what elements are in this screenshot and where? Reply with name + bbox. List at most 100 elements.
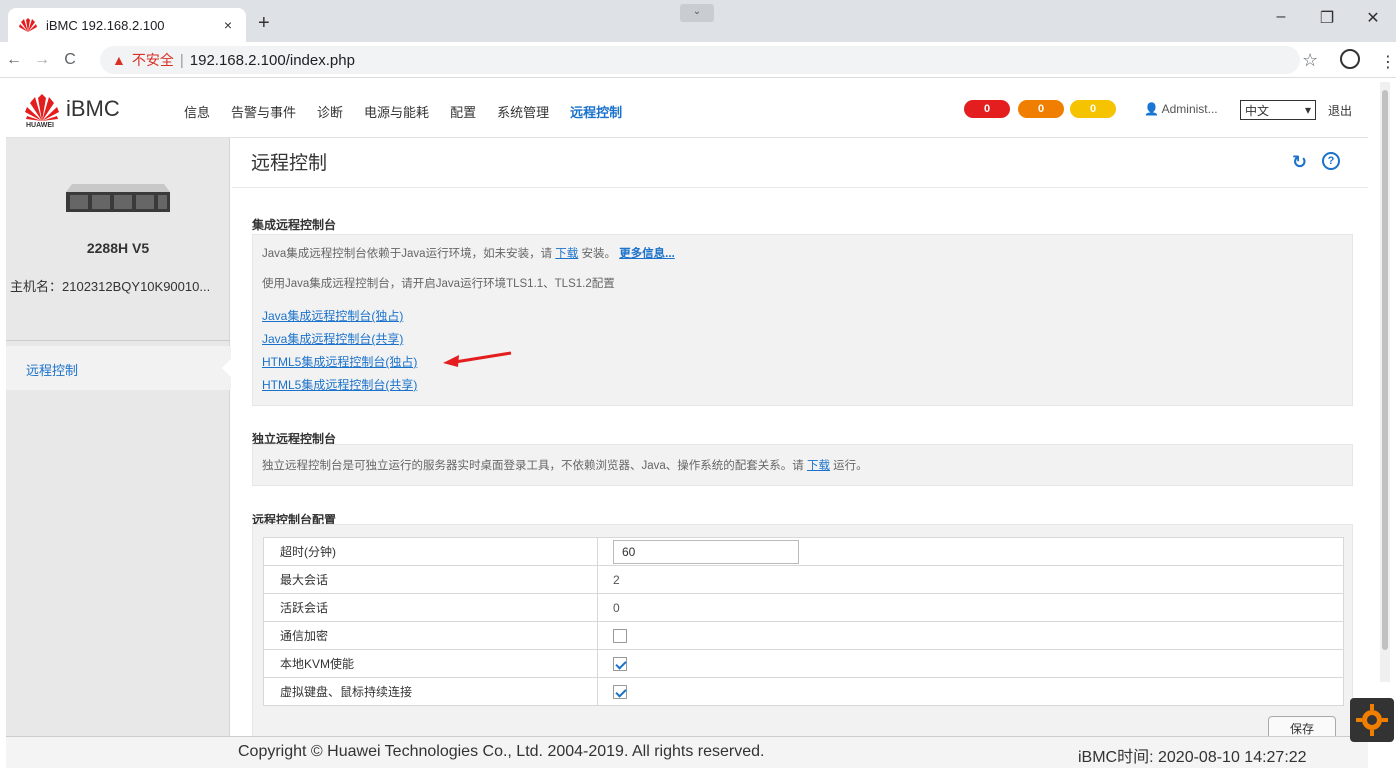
logout-link[interactable]: 退出	[1328, 102, 1352, 119]
desc-text: Java集成远程控制台依赖于Java运行环境，如未安装，请	[262, 248, 556, 260]
user-name: Administ...	[1161, 102, 1218, 116]
back-icon[interactable]: ←	[0, 51, 28, 69]
sidebar-item-remote-control[interactable]: 远程控制	[6, 346, 232, 390]
minimize-button[interactable]: –	[1258, 8, 1304, 28]
nav-alarms[interactable]: 告警与事件	[231, 102, 296, 121]
persistent-connection-checkbox[interactable]	[613, 684, 627, 699]
left-panel: 2288H V5 主机名：2102312BQY10K90010... 远程控制	[6, 138, 232, 736]
host-name: 主机名：2102312BQY10K90010...	[10, 279, 211, 294]
forward-icon[interactable]: →	[28, 51, 56, 69]
desc-text: 安装。	[578, 248, 616, 260]
gear-icon	[1356, 704, 1388, 736]
restore-button[interactable]: ❐	[1304, 8, 1350, 28]
more-info-link[interactable]: 更多信息...	[619, 248, 675, 260]
active-indicator	[222, 358, 232, 378]
browser-tab-bar: iBMC 192.168.2.100 × + ⌄ – ❐ ✕	[0, 0, 1396, 42]
page-title: 远程控制	[251, 153, 328, 174]
max-sessions-value: 2	[597, 565, 1344, 594]
table-row: 超时(分钟) 60	[263, 537, 1344, 566]
menu-kebab-icon[interactable]: ⋮	[1380, 52, 1396, 72]
major-alarm-badge[interactable]: 0	[1018, 100, 1064, 118]
help-icon[interactable]: ?	[1322, 152, 1340, 170]
new-tab-button[interactable]: +	[258, 12, 270, 35]
brand-title: iBMC	[66, 96, 120, 121]
persistent-connection-label: 虚拟键盘、鼠标持续连接	[263, 677, 598, 706]
close-window-button[interactable]: ✕	[1350, 8, 1396, 28]
user-menu[interactable]: 👤 Administ...	[1144, 102, 1218, 116]
standalone-console-box: 独立远程控制台是可独立运行的服务器实时桌面登录工具，不依赖浏览器、Java、操作…	[252, 444, 1353, 486]
nav-info[interactable]: 信息	[184, 102, 210, 121]
nav-diagnostics[interactable]: 诊断	[317, 102, 343, 121]
footer: Copyright © Huawei Technologies Co., Ltd…	[6, 736, 1368, 768]
desc-text: 独立远程控制台是可独立运行的服务器实时桌面登录工具，不依赖浏览器、Java、操作…	[262, 460, 807, 472]
java-requirement-text: Java集成远程控制台依赖于Java运行环境，如未安装，请 下载 安装。 更多信…	[262, 245, 675, 261]
user-icon: 👤	[1144, 102, 1159, 116]
url-input[interactable]: ▲ 不安全 | 192.168.2.100/index.php	[100, 46, 1300, 74]
url-separator: |	[179, 51, 184, 69]
floating-app-icon[interactable]	[1350, 698, 1394, 742]
huawei-favicon-icon	[19, 18, 37, 32]
nav-remote-control[interactable]: 远程控制	[570, 102, 622, 121]
critical-alarm-badge[interactable]: 0	[964, 100, 1010, 118]
local-kvm-checkbox[interactable]	[613, 656, 627, 671]
nav-config[interactable]: 配置	[450, 102, 476, 121]
table-row: 本地KVM使能	[263, 649, 1344, 678]
main-nav: 信息 告警与事件 诊断 电源与能耗 配置 系统管理 远程控制	[184, 102, 643, 121]
server-model: 2288H V5	[86, 240, 150, 256]
main-content: 远程控制 ↻ ? 集成远程控制台 Java集成远程控制台依赖于Java运行环境，…	[232, 138, 1368, 742]
server-image	[66, 184, 170, 212]
nav-system[interactable]: 系统管理	[497, 102, 549, 121]
language-value: 中文	[1245, 103, 1270, 118]
java-shared-link[interactable]: Java集成远程控制台(共享)	[262, 330, 403, 347]
config-box: 超时(分钟) 60 最大会话 2 活跃会话 0 通信加密 本地KVM使能 虚拟键…	[252, 524, 1353, 736]
java-download-link[interactable]: 下载	[555, 248, 578, 260]
minor-alarm-badge[interactable]: 0	[1070, 100, 1116, 118]
timeout-input[interactable]: 60	[613, 539, 799, 564]
standalone-desc: 独立远程控制台是可独立运行的服务器实时桌面登录工具，不依赖浏览器、Java、操作…	[262, 457, 868, 473]
integrated-console-title: 集成远程控制台	[252, 218, 337, 232]
standalone-download-link[interactable]: 下载	[807, 460, 830, 472]
tab-search-icon[interactable]: ⌄	[680, 4, 714, 22]
timeout-label: 超时(分钟)	[263, 537, 598, 566]
refresh-icon[interactable]: ↻	[1292, 152, 1307, 173]
window-controls: – ❐ ✕	[1258, 8, 1396, 28]
active-sessions-label: 活跃会话	[263, 593, 598, 622]
desc-text: 运行。	[829, 460, 868, 472]
html5-exclusive-link[interactable]: HTML5集成远程控制台(独占)	[262, 353, 417, 370]
table-row: 通信加密	[263, 621, 1344, 650]
encryption-checkbox[interactable]	[613, 628, 627, 643]
browser-tab[interactable]: iBMC 192.168.2.100 ×	[8, 8, 246, 42]
persistent-cell	[597, 677, 1344, 706]
table-row: 最大会话 2	[263, 565, 1344, 594]
divider	[6, 340, 230, 341]
table-row: 虚拟键盘、鼠标持续连接	[263, 677, 1344, 706]
huawei-flower-icon	[25, 94, 59, 121]
html5-shared-link[interactable]: HTML5集成远程控制台(共享)	[262, 376, 417, 393]
encryption-label: 通信加密	[263, 621, 598, 650]
profile-icon[interactable]	[1340, 49, 1360, 69]
local-kvm-label: 本地KVM使能	[263, 649, 598, 678]
table-row: 活跃会话 0	[263, 593, 1344, 622]
tab-close-icon[interactable]: ×	[220, 17, 236, 33]
sidebar-item-label: 远程控制	[26, 363, 79, 378]
active-sessions-value: 0	[597, 593, 1344, 622]
address-bar: ← → C ▲ 不安全 | 192.168.2.100/index.php ☆ …	[0, 42, 1396, 78]
bookmark-star-icon[interactable]: ☆	[1302, 50, 1318, 71]
integrated-console-box: Java集成远程控制台依赖于Java运行环境，如未安装，请 下载 安装。 更多信…	[252, 234, 1353, 406]
vendor-label: HUAWEI	[26, 122, 54, 129]
scrollbar-thumb[interactable]	[1382, 90, 1388, 650]
java-exclusive-link[interactable]: Java集成远程控制台(独占)	[262, 307, 403, 324]
language-select[interactable]: 中文 ▾	[1240, 100, 1316, 120]
insecure-label[interactable]: 不安全	[132, 50, 174, 70]
nav-power[interactable]: 电源与能耗	[364, 102, 429, 121]
bmc-time: iBMC时间: 2020-08-10 14:27:22	[1078, 749, 1307, 766]
huawei-logo: HUAWEI iBMC	[24, 92, 120, 129]
local-kvm-cell	[597, 649, 1344, 678]
encryption-cell	[597, 621, 1344, 650]
url-text: 192.168.2.100/index.php	[189, 51, 355, 69]
warning-icon: ▲	[112, 52, 126, 68]
tab-title: iBMC 192.168.2.100	[46, 17, 165, 33]
reload-icon[interactable]: C	[56, 51, 84, 69]
config-table: 超时(分钟) 60 最大会话 2 活跃会话 0 通信加密 本地KVM使能 虚拟键…	[263, 537, 1344, 706]
tls-note-text: 使用Java集成远程控制台，请开启Java运行环境TLS1.1、TLS1.2配置	[262, 278, 615, 290]
